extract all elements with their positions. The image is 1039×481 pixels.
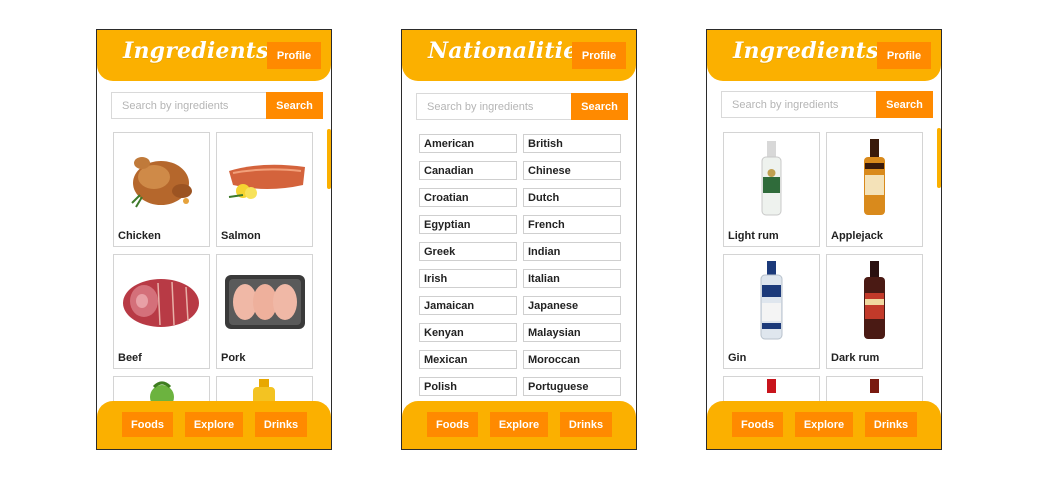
search-bar: Search <box>111 92 323 119</box>
search-input[interactable] <box>416 93 571 120</box>
ingredient-card[interactable]: Light rum <box>723 132 820 247</box>
nationality-button[interactable]: Moroccan <box>523 350 621 369</box>
ingredient-card[interactable]: Gin <box>723 254 820 369</box>
ingredient-name: Chicken <box>118 230 161 242</box>
nav-explore-button[interactable]: Explore <box>185 412 243 437</box>
search-bar: Search <box>416 93 628 120</box>
ingredient-card[interactable]: Dark rum <box>826 254 923 369</box>
brand-title: Nationalities <box>428 38 591 64</box>
search-input[interactable] <box>721 91 876 118</box>
search-bar: Search <box>721 91 933 118</box>
nationality-button[interactable]: Croatian <box>419 188 517 207</box>
nationality-button[interactable]: Italian <box>523 269 621 288</box>
nav-explore-button[interactable]: Explore <box>490 412 548 437</box>
header: Ingredients Profile <box>707 30 941 81</box>
nationality-button[interactable]: Kenyan <box>419 323 517 342</box>
ingredient-card[interactable]: Pork <box>216 254 313 369</box>
scrollbar[interactable] <box>327 129 331 189</box>
search-button[interactable]: Search <box>571 93 628 120</box>
food-ingredients-screen: Ingredients Profile Search Chicken <box>96 29 332 450</box>
nationalities-screen: Nationalities Profile Search American Bri… <box>401 29 637 450</box>
ingredient-name: Dark rum <box>831 352 880 364</box>
bottom-nav: Foods Explore Drinks <box>97 401 331 449</box>
nationality-button[interactable]: Greek <box>419 242 517 261</box>
nav-explore-button[interactable]: Explore <box>795 412 853 437</box>
profile-button[interactable]: Profile <box>267 42 321 69</box>
pork-image <box>225 275 305 329</box>
nationality-button[interactable]: American <box>419 134 517 153</box>
light-rum-bottle-image <box>761 141 782 216</box>
bottom-nav: Foods Explore Drinks <box>707 401 941 449</box>
nationality-grid: American British Canadian Chinese Croatian Du… <box>419 134 622 396</box>
nationality-button[interactable]: Chinese <box>523 161 621 180</box>
nav-drinks-button[interactable]: Drinks <box>865 412 917 437</box>
nationality-button[interactable]: Japanese <box>523 296 621 315</box>
nav-foods-button[interactable]: Foods <box>122 412 173 437</box>
ingredient-name: Light rum <box>728 230 779 242</box>
gin-bottle-image <box>760 261 783 340</box>
brand-title: Ingredients <box>123 38 269 64</box>
nationality-button[interactable]: Mexican <box>419 350 517 369</box>
nationality-button[interactable]: Jamaican <box>419 296 517 315</box>
ingredient-name: Gin <box>728 352 747 364</box>
applejack-bottle-image <box>864 139 885 215</box>
nav-foods-button[interactable]: Foods <box>732 412 783 437</box>
header: Ingredients Profile <box>97 30 331 81</box>
nationality-button[interactable]: British <box>523 134 621 153</box>
drink-ingredients-screen: Ingredients Profile Search Light rum App… <box>706 29 942 450</box>
nav-foods-button[interactable]: Foods <box>427 412 478 437</box>
search-input[interactable] <box>111 92 266 119</box>
brand-title: Ingredients <box>733 38 879 64</box>
ingredient-card[interactable]: Chicken <box>113 132 210 247</box>
salmon-image <box>228 164 305 199</box>
nationality-button[interactable]: Malaysian <box>523 323 621 342</box>
ingredient-card[interactable]: Salmon <box>216 132 313 247</box>
header: Nationalities Profile <box>402 30 636 81</box>
search-button[interactable]: Search <box>266 92 323 119</box>
bottom-nav: Foods Explore Drinks <box>402 401 636 449</box>
nationality-button[interactable]: Indian <box>523 242 621 261</box>
nationality-button[interactable]: Portuguese <box>523 377 621 396</box>
search-button[interactable]: Search <box>876 91 933 118</box>
profile-button[interactable]: Profile <box>572 42 626 69</box>
ingredient-name: Salmon <box>221 230 261 242</box>
nationality-button[interactable]: Egyptian <box>419 215 517 234</box>
nationality-button[interactable]: Dutch <box>523 188 621 207</box>
ingredient-card[interactable]: Applejack <box>826 132 923 247</box>
nav-drinks-button[interactable]: Drinks <box>560 412 612 437</box>
ingredient-name: Beef <box>118 352 142 364</box>
nationality-button[interactable]: French <box>523 215 621 234</box>
ingredient-name: Applejack <box>831 230 883 242</box>
ingredient-card[interactable]: Beef <box>113 254 210 369</box>
nav-drinks-button[interactable]: Drinks <box>255 412 307 437</box>
nationality-button[interactable]: Irish <box>419 269 517 288</box>
chicken-image <box>131 157 192 208</box>
scrollbar[interactable] <box>937 128 941 188</box>
beef-image <box>123 279 199 327</box>
ingredient-name: Pork <box>221 352 246 364</box>
dark-rum-bottle-image <box>864 261 885 339</box>
nationality-button[interactable]: Canadian <box>419 161 517 180</box>
profile-button[interactable]: Profile <box>877 42 931 69</box>
nationality-button[interactable]: Polish <box>419 377 517 396</box>
